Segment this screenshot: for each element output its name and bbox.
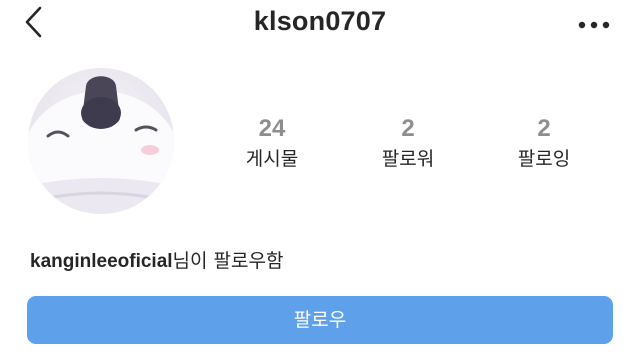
following-label: 팔로잉 xyxy=(517,148,571,170)
followed-by-text[interactable]: kanginleeoficial님이 팔로우함 xyxy=(30,246,283,273)
posts-count: 24 xyxy=(258,115,286,142)
penguin-character-avatar xyxy=(28,68,174,214)
following-count: 2 xyxy=(537,115,551,142)
followed-by-username: kanginleeoficial xyxy=(30,251,173,272)
more-horizontal-icon xyxy=(578,21,610,29)
follow-button[interactable]: 팔로우 xyxy=(27,296,613,344)
more-options-button[interactable] xyxy=(574,14,614,36)
stat-following[interactable]: 2 팔로잉 xyxy=(484,112,604,172)
profile-username-title: klson0707 xyxy=(253,6,387,36)
followed-by-suffix: 님이 팔로우함 xyxy=(172,250,284,272)
posts-label: 게시물 xyxy=(245,148,299,170)
stat-followers[interactable]: 2 팔로워 xyxy=(348,112,468,172)
followers-label: 팔로워 xyxy=(381,148,435,170)
profile-page: klson0707 24 게시물 2 팔로워 2 팔로잉 kanginleeof… xyxy=(0,0,640,360)
avatar[interactable] xyxy=(28,68,174,214)
stat-posts[interactable]: 24 게시물 xyxy=(212,112,332,172)
followers-count: 2 xyxy=(401,115,415,142)
